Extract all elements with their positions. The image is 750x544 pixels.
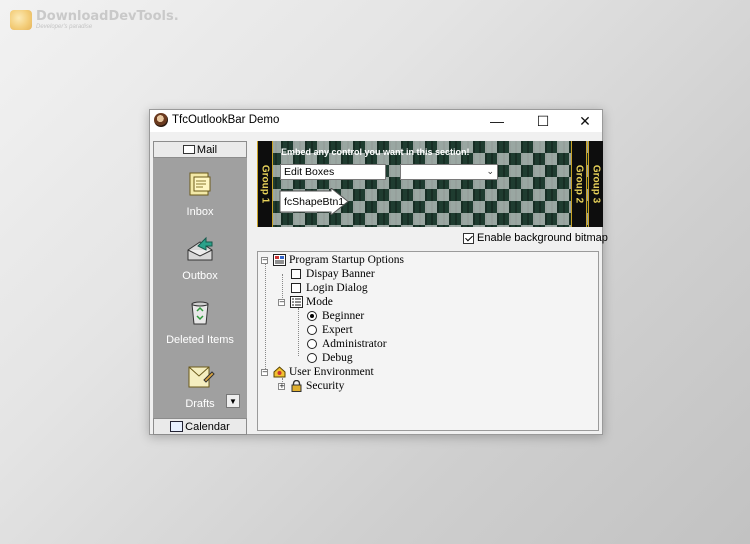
combo-box[interactable]: ⌄ — [400, 164, 498, 180]
list-icon — [290, 296, 303, 308]
group-header-label: Calendar — [185, 420, 230, 433]
tree-node-debug[interactable]: Debug — [307, 351, 353, 365]
outlook-item-outbox[interactable]: Outbox — [153, 232, 247, 282]
outlook-item-deleted[interactable]: Deleted Items — [153, 296, 247, 346]
tab-group-2[interactable]: Group 2 — [571, 141, 587, 227]
tree-node-label: Debug — [322, 352, 353, 364]
tree-node-label: Program Startup Options — [289, 254, 404, 266]
tree-connector — [265, 263, 266, 375]
lock-icon — [291, 380, 302, 392]
mail-icon — [182, 145, 195, 154]
window-title: TfcOutlookBar Demo — [172, 114, 280, 126]
checkbox-box[interactable] — [463, 232, 474, 244]
outlook-bar: Mail Inbox Outbox Deleted Items Drafts ▼… — [153, 141, 247, 435]
tree-node-label: Expert — [322, 324, 353, 336]
app-window: TfcOutlookBar Demo — ☐ ✕ Mail Inbox Outb… — [149, 109, 608, 435]
tab-group-3[interactable]: Group 3 — [588, 141, 603, 227]
tab-group-1[interactable]: Group 1 — [257, 141, 273, 227]
close-button[interactable]: ✕ — [564, 110, 606, 132]
tree-node-label: Security — [306, 380, 345, 392]
tree-node-label: Mode — [306, 296, 333, 308]
outlook-item-label: Inbox — [186, 206, 214, 218]
tab-label: Group 3 — [590, 164, 602, 204]
shape-button-label: fcShapeBtn1 — [284, 196, 345, 208]
tree-node-label: Login Dialog — [306, 282, 368, 294]
edit-box-field[interactable]: Edit Boxes — [280, 164, 386, 180]
checkbox-box[interactable] — [291, 283, 301, 293]
watermark-title: DownloadDevTools. — [36, 9, 179, 24]
expand-toggle[interactable]: + — [278, 382, 285, 390]
checkbox-label: Enable background bitmap — [477, 232, 608, 244]
recycle-bin-icon — [191, 301, 209, 325]
maximize-button[interactable]: ☐ — [522, 110, 564, 132]
outlook-item-label: Drafts — [185, 398, 215, 410]
group-header-calendar[interactable]: Calendar — [153, 418, 247, 435]
program-options-icon — [273, 254, 286, 266]
inbox-icon — [189, 172, 211, 196]
outlook-item-label: Deleted Items — [166, 334, 234, 346]
group-header-mail[interactable]: Mail — [153, 141, 247, 158]
radio-button[interactable] — [307, 325, 317, 335]
radio-button[interactable] — [307, 353, 317, 363]
options-tree: − Program Startup Options Dispay Banner … — [257, 251, 599, 431]
tree-node-expert[interactable]: Expert — [307, 323, 353, 337]
banner-caption: Embed any control you want in this secti… — [281, 147, 470, 157]
outlook-item-inbox[interactable]: Inbox — [153, 168, 247, 218]
tree-node-mode[interactable]: − Mode — [278, 295, 333, 309]
tree-node-administrator[interactable]: Administrator — [307, 337, 387, 351]
tree-node-login-dialog[interactable]: Login Dialog — [291, 281, 368, 295]
banner-panel: Group 1 Group 2 Group 3 Embed any contro… — [257, 141, 603, 227]
minimize-button[interactable]: — — [476, 110, 518, 132]
tree-node-label: Dispay Banner — [306, 268, 375, 280]
chevron-down-icon: ⌄ — [486, 166, 494, 176]
radio-button[interactable] — [307, 339, 317, 349]
tree-node-beginner[interactable]: Beginner — [307, 309, 364, 323]
enable-bitmap-checkbox[interactable]: Enable background bitmap — [463, 232, 608, 244]
collapse-toggle[interactable]: − — [278, 298, 285, 306]
tree-node-security[interactable]: + Security — [278, 379, 344, 393]
watermark-subtitle: Developer's paradise — [36, 24, 93, 30]
collapse-toggle[interactable]: − — [261, 368, 268, 376]
tree-node-program-startup[interactable]: − Program Startup Options — [261, 253, 404, 267]
tree-node-label: User Environment — [289, 366, 374, 378]
watermark-logo-icon — [10, 10, 32, 30]
calendar-icon — [170, 421, 184, 432]
scroll-down-button[interactable]: ▼ — [226, 394, 240, 408]
collapse-toggle[interactable]: − — [261, 256, 268, 264]
tree-connector — [298, 308, 299, 356]
drafts-icon — [188, 366, 215, 388]
user-environment-icon — [273, 366, 286, 378]
tree-node-user-environment[interactable]: − User Environment — [261, 365, 374, 379]
group-header-label: Mail — [196, 143, 218, 156]
tab-label: Group 2 — [573, 164, 585, 204]
tree-node-label: Beginner — [322, 310, 365, 322]
tree-node-label: Administrator — [322, 338, 387, 350]
title-bar[interactable]: TfcOutlookBar Demo — ☐ ✕ — [150, 110, 602, 132]
tree-node-display-banner[interactable]: Dispay Banner — [291, 267, 375, 281]
outbox-icon — [187, 236, 213, 261]
radio-button[interactable] — [307, 311, 317, 321]
app-icon — [154, 113, 168, 127]
checkbox-box[interactable] — [291, 269, 301, 279]
outlook-item-label: Outbox — [182, 270, 218, 282]
tab-label: Group 1 — [259, 164, 271, 204]
